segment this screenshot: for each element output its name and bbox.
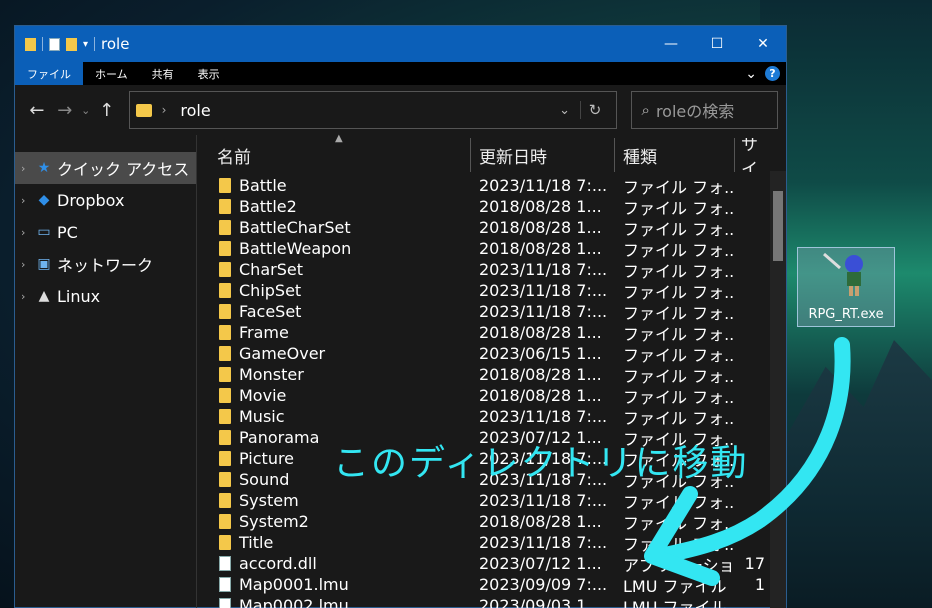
annotation-arrow bbox=[644, 337, 851, 586]
